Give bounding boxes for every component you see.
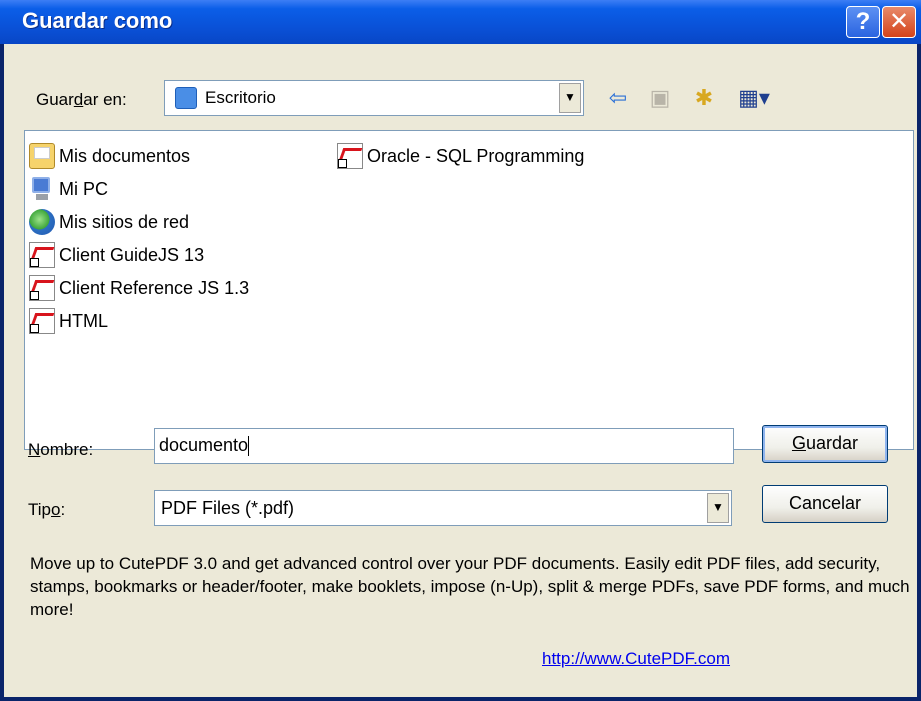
list-item[interactable]: Oracle - SQL Programming	[337, 141, 584, 171]
window-title: Guardar como	[22, 8, 173, 33]
save-in-dropdown[interactable]: Escritorio ▼	[164, 80, 584, 116]
save-in-value: Escritorio	[205, 88, 276, 107]
list-item[interactable]: Client GuideJS 13	[29, 240, 204, 270]
title-bar[interactable]: Guardar como ? ✕	[0, 0, 921, 44]
list-item-label: Client Reference JS 1.3	[59, 277, 250, 298]
file-type-label-part: :	[60, 500, 66, 519]
file-type-label-part: Tip	[28, 500, 51, 519]
save-in-label-accel: d	[73, 90, 84, 109]
list-item-label: Mis documentos	[59, 145, 191, 166]
pdf-shortcut-icon	[29, 275, 55, 301]
view-menu-icon[interactable]: ▦▾	[734, 84, 774, 112]
file-type-dropdown[interactable]: PDF Files (*.pdf) ▼	[154, 490, 732, 526]
file-name-input[interactable]: documento	[154, 428, 734, 464]
save-in-label: Guardar en:	[36, 90, 127, 110]
list-item-label: Client GuideJS 13	[59, 244, 205, 265]
pdf-shortcut-icon	[337, 143, 363, 169]
help-icon: ?	[855, 8, 871, 35]
save-button[interactable]: Guardar	[762, 425, 888, 463]
list-item[interactable]: HTML	[29, 306, 108, 336]
list-item[interactable]: Mis documentos	[29, 141, 190, 171]
up-folder-icon[interactable]: ▣	[646, 84, 674, 112]
list-item-label: Mis sitios de red	[59, 211, 190, 232]
file-type-label: Tipo:	[28, 500, 65, 520]
list-item[interactable]: Mi PC	[29, 174, 108, 204]
text-caret	[248, 436, 250, 457]
list-item[interactable]: Mis sitios de red	[29, 207, 189, 237]
close-icon: ✕	[888, 8, 910, 35]
list-item-label: Mi PC	[59, 178, 108, 199]
save-in-label-part: Guar	[36, 90, 74, 109]
my-documents-icon	[29, 143, 55, 169]
desktop-icon	[175, 87, 197, 109]
promo-text: Move up to CutePDF 3.0 and get advanced …	[30, 554, 910, 619]
dialog-body: Guardar en: Escritorio ▼ ⇦ ▣ ✱ ▦▾ Mis do…	[4, 44, 917, 697]
file-list[interactable]: Mis documentos Mi PC Mis sitios de red C…	[24, 130, 914, 450]
new-folder-icon[interactable]: ✱	[690, 84, 718, 112]
help-button[interactable]: ?	[846, 6, 880, 38]
network-places-icon	[29, 209, 55, 235]
pdf-shortcut-icon	[29, 242, 55, 268]
save-in-label-part: ar en:	[83, 90, 127, 109]
list-item-label: Oracle - SQL Programming	[367, 145, 585, 166]
save-button-label: uardar	[805, 433, 859, 453]
save-button-accel: G	[791, 433, 806, 453]
pdf-shortcut-icon	[29, 308, 55, 334]
cancel-button[interactable]: Cancelar	[762, 485, 888, 523]
file-name-label: Nombre:	[28, 440, 93, 460]
file-name-value: documento	[159, 435, 249, 455]
chevron-down-icon[interactable]: ▼	[707, 493, 729, 523]
cutepdf-link[interactable]: http://www.CutePDF.com	[542, 649, 730, 669]
chevron-down-icon[interactable]: ▼	[559, 83, 581, 113]
file-type-value: PDF Files (*.pdf)	[161, 498, 295, 518]
list-item-label: HTML	[59, 310, 108, 331]
back-icon[interactable]: ⇦	[604, 84, 632, 112]
file-name-label-part: ombre:	[40, 440, 94, 459]
my-computer-icon	[29, 176, 55, 202]
save-as-dialog: Guardar como ? ✕ Guardar en: Escritorio …	[0, 0, 921, 701]
file-name-label-accel: N	[28, 440, 41, 459]
close-button[interactable]: ✕	[882, 6, 916, 38]
list-item[interactable]: Client Reference JS 1.3	[29, 273, 249, 303]
